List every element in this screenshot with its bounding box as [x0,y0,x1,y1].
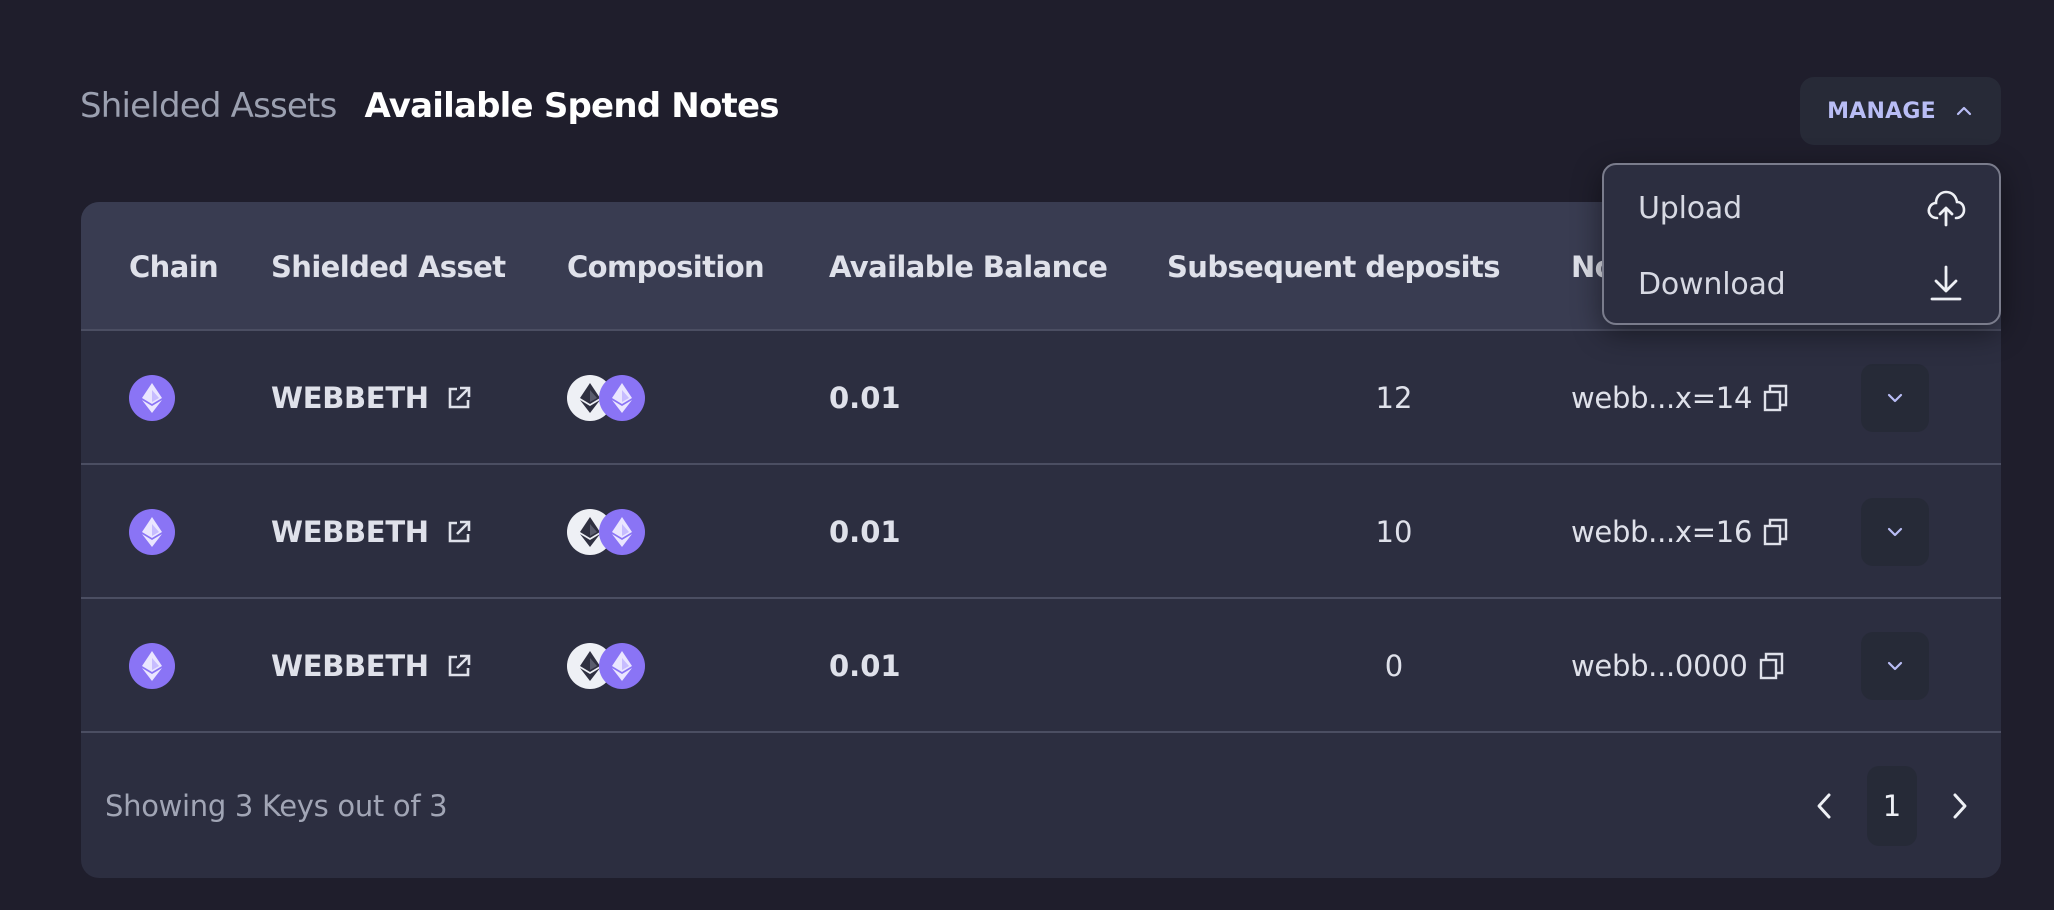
table-row: WEBBETH 0.01 12 webb...x=14 [81,331,2001,465]
tab-bar: Shielded Assets Available Spend Notes [80,86,779,126]
chevron-down-icon [1887,661,1903,671]
chevron-down-icon [1887,527,1903,537]
chain-cell [129,599,175,733]
table-row: WEBBETH 0.01 0 webb...0000 [81,599,2001,733]
available-balance: 0.01 [829,515,901,549]
chain-cell [129,465,175,599]
composition-cell [567,465,647,599]
menu-item-download-label: Download [1638,266,1786,302]
ethereum-icon [129,643,175,689]
menu-item-upload[interactable]: Upload [1604,173,1999,243]
ethereum-icon [129,375,175,421]
next-page-button[interactable] [1945,791,1975,821]
expand-row-button[interactable] [1861,498,1929,566]
external-link-icon[interactable] [445,384,473,412]
composition-cell [567,331,647,465]
asset-name: WEBBETH [271,515,429,549]
available-balance: 0.01 [829,649,901,683]
webb-ethereum-icon [599,643,645,689]
table-row: WEBBETH 0.01 10 webb...x=16 [81,465,2001,599]
balance-cell: 0.01 [829,599,901,733]
balance-cell: 0.01 [829,465,901,599]
column-header-chain: Chain [129,249,219,284]
pagination: 1 [1809,766,1975,846]
chevron-right-icon [1953,793,1967,819]
available-balance: 0.01 [829,381,901,415]
manage-button[interactable]: MANAGE [1800,77,2001,145]
copy-icon[interactable] [1762,517,1790,547]
expand-cell [1861,599,1929,733]
cloud-upload-icon [1927,190,1966,227]
column-header-composition: Composition [567,249,765,284]
manage-dropdown-menu: Upload Download [1602,163,2001,325]
asset-cell: WEBBETH [271,599,473,733]
note-cell: webb...x=16 [1571,465,1790,599]
chain-cell [129,331,175,465]
copy-icon[interactable] [1762,383,1790,413]
chevron-left-icon [1817,793,1831,819]
chevron-up-icon [1956,106,1971,116]
note-value: webb...x=16 [1571,515,1753,549]
external-link-icon[interactable] [445,652,473,680]
chevron-down-icon [1887,393,1903,403]
copy-icon[interactable] [1758,651,1786,681]
previous-page-button[interactable] [1809,791,1839,821]
expand-cell [1861,465,1929,599]
asset-name: WEBBETH [271,381,429,415]
expand-cell [1861,331,1929,465]
menu-item-download[interactable]: Download [1604,249,1999,319]
asset-cell: WEBBETH [271,331,473,465]
expand-row-button[interactable] [1861,632,1929,700]
column-header-subsequent-deposits: Subsequent deposits [1167,249,1501,284]
manage-button-label: MANAGE [1827,98,1936,124]
note-cell: webb...0000 [1571,599,1786,733]
balance-cell: 0.01 [829,331,901,465]
download-icon [1930,265,1962,301]
showing-count: Showing 3 Keys out of 3 [105,789,448,823]
expand-row-button[interactable] [1861,364,1929,432]
webb-ethereum-icon [599,509,645,555]
note-cell: webb...x=14 [1571,331,1790,465]
tab-available-spend-notes[interactable]: Available Spend Notes [364,86,779,126]
asset-cell: WEBBETH [271,465,473,599]
ethereum-icon [129,509,175,555]
menu-item-upload-label: Upload [1638,190,1742,226]
note-value: webb...x=14 [1571,381,1753,415]
external-link-icon[interactable] [445,518,473,546]
note-value: webb...0000 [1571,649,1748,683]
subsequent-deposits: 0 [1384,649,1404,683]
column-header-shielded-asset: Shielded Asset [271,249,506,284]
composition-cell [567,599,647,733]
subsequent-deposits: 10 [1375,515,1413,549]
tab-shielded-assets[interactable]: Shielded Assets [80,86,337,126]
column-header-available-balance: Available Balance [829,249,1108,284]
subsequent-deposits: 12 [1375,381,1413,415]
page-number-button[interactable]: 1 [1867,766,1917,846]
table-footer: Showing 3 Keys out of 3 1 [81,734,2001,878]
webb-ethereum-icon [599,375,645,421]
asset-name: WEBBETH [271,649,429,683]
